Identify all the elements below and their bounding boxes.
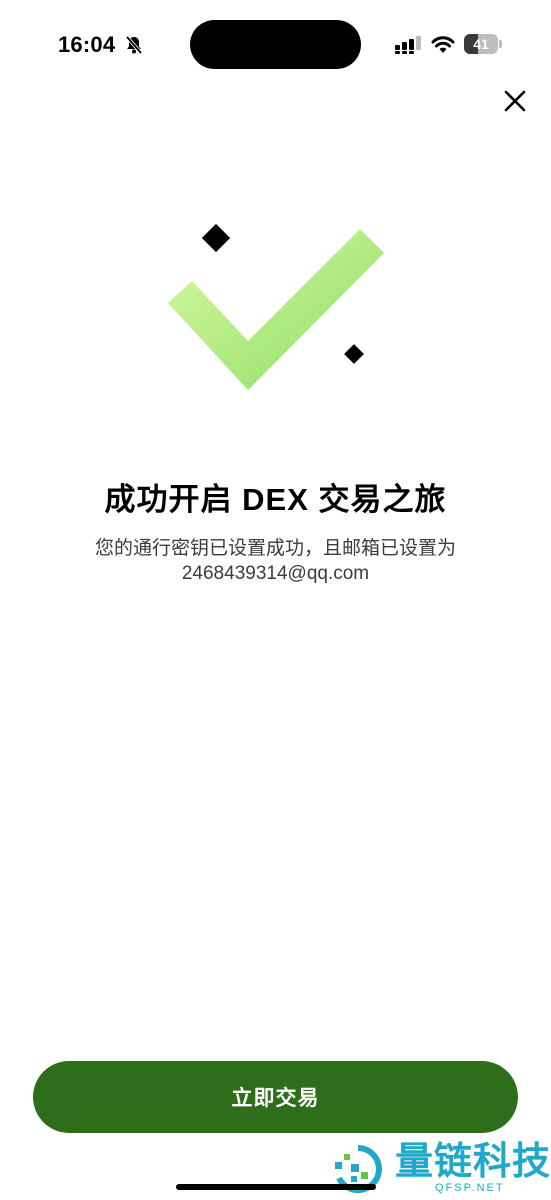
success-checkmark-icon xyxy=(168,223,384,390)
battery-icon: 41 xyxy=(464,34,502,54)
success-title: 成功开启 DEX 交易之旅 xyxy=(104,482,447,517)
battery-level: 41 xyxy=(473,36,489,52)
wifi-icon xyxy=(431,36,455,53)
status-time: 16:04 xyxy=(58,32,116,57)
watermark-subtext: QFSP.NET xyxy=(435,1182,505,1194)
diamond-decoration xyxy=(201,223,231,253)
email-address: 2468439314@qq.com xyxy=(181,563,370,584)
screen: 16:04 41 成功开启 DEX 交易之旅 您的通行密钥已设置成功，且邮箱已设… xyxy=(0,0,551,1200)
close-button[interactable] xyxy=(500,86,530,116)
watermark-text: 量链科技 xyxy=(395,1138,551,1183)
home-indicator[interactable] xyxy=(176,1184,376,1190)
watermark: 量链科技 QFSP.NET xyxy=(331,1138,551,1200)
dynamic-island xyxy=(190,20,361,69)
bell-muted-icon xyxy=(125,35,143,55)
description-line: 您的通行密钥已设置成功，且邮箱已设置为 xyxy=(94,538,456,559)
trade-now-button[interactable]: 立即交易 xyxy=(33,1061,518,1133)
cellular-signal-icon xyxy=(395,36,421,54)
close-icon xyxy=(504,90,526,112)
diamond-decoration xyxy=(344,344,364,364)
success-description: 您的通行密钥已设置成功，且邮箱已设置为 2468439314@qq.com xyxy=(40,536,511,586)
